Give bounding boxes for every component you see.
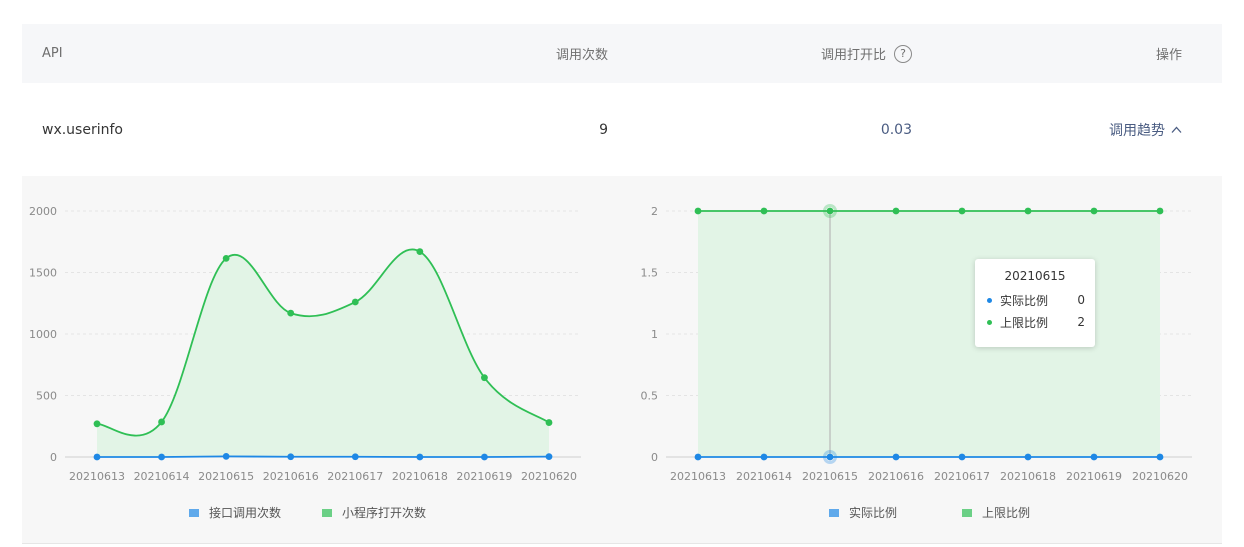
header-calls: 调用次数 [555, 48, 608, 63]
data-point[interactable] [93, 453, 101, 461]
data-point[interactable] [958, 207, 966, 215]
data-point[interactable] [416, 248, 424, 255]
data-point[interactable] [694, 207, 702, 215]
data-point[interactable] [1024, 207, 1032, 215]
data-point[interactable] [958, 453, 966, 461]
tooltip-label: 实际比例 [1000, 293, 1049, 308]
table-row: wx.userinfo 9 0.03 调用趋势 [22, 83, 1222, 176]
api-table: API 调用次数 调用打开比 ? 操作 wx.userinfo 9 0.03 调… [22, 24, 1222, 176]
data-point[interactable] [222, 452, 230, 460]
data-point[interactable] [892, 453, 900, 461]
data-point[interactable] [351, 453, 359, 461]
data-point[interactable] [826, 453, 834, 461]
y-tick-label: 1 [651, 328, 658, 341]
series-area [97, 249, 549, 457]
legend-swatch [189, 509, 199, 517]
y-tick-label: 1.5 [641, 267, 659, 280]
data-point[interactable] [416, 453, 424, 461]
tooltip-dot-green [987, 319, 992, 325]
x-tick-label: 20210613 [670, 470, 726, 483]
data-point[interactable] [287, 309, 295, 317]
data-point[interactable] [694, 453, 702, 461]
x-tick-label: 20210619 [456, 470, 512, 483]
row-calls: 9 [599, 121, 608, 138]
data-point[interactable] [1090, 453, 1098, 461]
data-point[interactable] [481, 374, 488, 382]
tooltip-row: 上限比例 2 [985, 311, 1085, 333]
x-tick-label: 20210619 [1066, 470, 1122, 483]
data-point[interactable] [93, 420, 101, 428]
row-api-name: wx.userinfo [42, 121, 123, 138]
y-tick-label: 500 [36, 390, 57, 403]
data-point[interactable] [1156, 207, 1164, 215]
y-tick-label: 0.5 [641, 390, 659, 403]
tooltip-value: 2 [1077, 315, 1085, 329]
x-tick-label: 20210620 [1132, 470, 1188, 483]
y-tick-label: 0 [50, 451, 57, 464]
legend-label[interactable]: 实际比例 [849, 505, 897, 520]
header-actions: 操作 [1155, 48, 1182, 63]
ratio-trend-chart: 00.511.5220210613 20210614 20210615 2021061… [641, 204, 1192, 520]
x-tick-label: 20210613 [69, 470, 125, 483]
tooltip-value: 0 [1077, 293, 1085, 307]
data-point[interactable] [545, 419, 553, 426]
row-ratio: 0.03 [880, 121, 912, 138]
data-point[interactable] [158, 418, 165, 426]
x-tick-label: 20210617 [327, 470, 383, 483]
x-tick-label: 20210614 [134, 470, 190, 483]
data-point[interactable] [158, 453, 165, 461]
help-icon[interactable]: ? [894, 44, 912, 63]
data-point[interactable] [760, 207, 768, 215]
x-tick-label: 20210615 [198, 470, 254, 483]
row-actions: 调用趋势 [1109, 83, 1182, 176]
tooltip-dot-blue [987, 297, 992, 303]
legend-label[interactable]: 接口调用次数 [209, 505, 281, 520]
x-tick-label: 20210616 [263, 470, 319, 483]
data-point[interactable] [1090, 207, 1098, 215]
y-tick-label: 2 [651, 205, 658, 218]
tooltip-title: 20210615 [1004, 269, 1066, 283]
tooltip-label: 上限比例 [1000, 315, 1049, 330]
data-point[interactable] [287, 453, 295, 461]
tooltip-row: 实际比例 0 [985, 289, 1085, 311]
data-point[interactable] [892, 207, 900, 215]
calls-trend-chart: 0 500 1000 1500 2000 20210613 20210614 20210615… [29, 205, 581, 520]
data-point[interactable] [1024, 453, 1032, 461]
x-tick-label: 20210617 [934, 470, 990, 483]
header-ratio-label: 调用打开比 [820, 48, 886, 63]
y-tick-label: 1000 [29, 328, 57, 341]
data-point[interactable] [545, 453, 553, 461]
data-point[interactable] [351, 298, 359, 306]
legend-swatch [962, 509, 972, 517]
y-tick-label: 1500 [29, 267, 57, 280]
x-tick-label: 20210616 [868, 470, 924, 483]
header-ratio: 调用打开比 ? [821, 24, 912, 83]
y-tick-label: 2000 [29, 205, 57, 218]
header-api: API [42, 46, 63, 61]
data-point[interactable] [1156, 453, 1164, 461]
x-tick-label: 20210618 [392, 470, 448, 483]
y-tick-label: 0 [651, 451, 658, 464]
legend-label[interactable]: 小程序打开次数 [342, 505, 426, 520]
x-tick-label: 20210618 [1000, 470, 1056, 483]
legend-swatch [322, 509, 332, 517]
table-header: API 调用次数 调用打开比 ? 操作 [22, 24, 1222, 83]
data-point[interactable] [481, 453, 488, 461]
legend-swatch [829, 509, 839, 517]
x-tick-label: 20210615 [802, 470, 858, 483]
trend-link-label: 调用趋势 [1109, 122, 1165, 139]
legend-label[interactable]: 上限比例 [982, 506, 1030, 520]
chart-tooltip: 20210615 实际比例 0 上限比例 2 [975, 259, 1095, 347]
x-tick-label: 20210620 [521, 470, 577, 483]
data-point[interactable] [826, 207, 834, 215]
data-point[interactable] [222, 254, 230, 262]
chevron-up-icon [1171, 126, 1182, 133]
data-point[interactable] [760, 453, 768, 461]
trend-toggle-link[interactable]: 调用趋势 [1109, 120, 1182, 140]
x-tick-label: 20210614 [736, 470, 792, 483]
